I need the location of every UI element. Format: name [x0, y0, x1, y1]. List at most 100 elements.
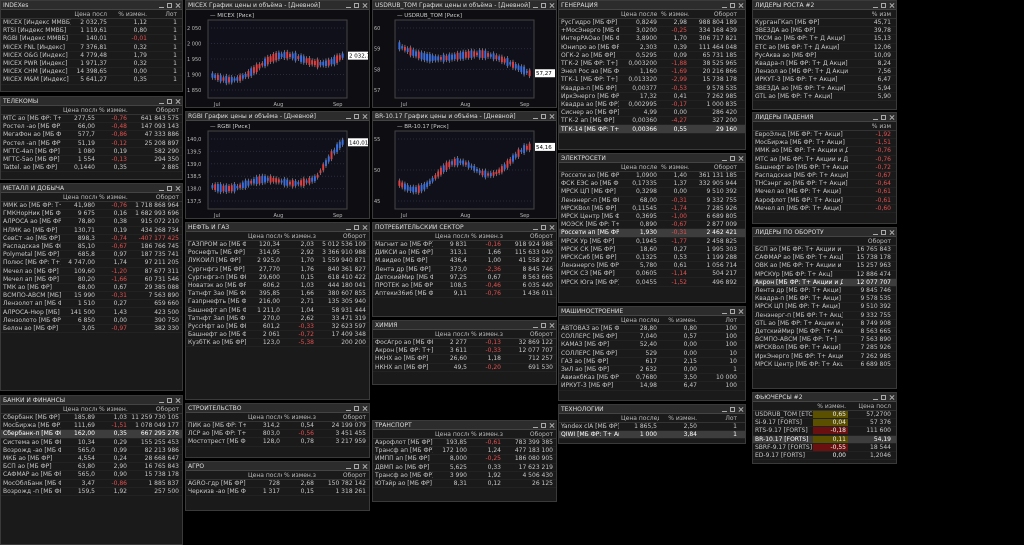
- col-price[interactable]: Цена послед: [246, 233, 282, 240]
- table-row[interactable]: MICEX PWR [Индекс] 1 971,37 0,32 1: [1, 60, 182, 69]
- table-row[interactable]: Мечел ао [МБ ФР: Т+ Акци] -0,61: [753, 188, 896, 197]
- maximize-icon[interactable]: [541, 322, 546, 328]
- table-row[interactable]: ВСМПО-АВСМ [МБ ФР: Т+] 7 563 890: [753, 336, 896, 345]
- consumer-titlebar[interactable]: ПОТРЕБИТЕЛЬСКИЙ СЕКТОР: [373, 223, 556, 232]
- col-change[interactable]: % измен.за: [282, 472, 316, 479]
- table-row[interactable]: Белон ао [МБ ФР] 3,05 -0,97 382 330: [1, 325, 182, 333]
- maximize-icon[interactable]: [167, 397, 172, 403]
- table-row[interactable]: ЕвроЭлнд [МБ ФР: Т+ Акци] -1,92: [753, 131, 896, 140]
- maximize-icon[interactable]: [730, 155, 735, 161]
- close-icon[interactable]: [889, 230, 894, 235]
- col-turnover[interactable]: Оборот: [316, 233, 368, 240]
- tech-window[interactable]: ТЕХНОЛОГИИ Цена послед % измен. Лот Yand…: [558, 404, 746, 444]
- table-row[interactable]: ММК ао [МБ ФР: Т+] 41,980 -0,76 1 718 868 9…: [1, 202, 182, 211]
- oilgas-titlebar[interactable]: НЕФТЬ И ГАЗ: [186, 223, 369, 232]
- table-row[interactable]: +МосЭнерго [МБ ФР] 3,0200 -0,25 334 168 439: [559, 27, 745, 36]
- minimize-icon[interactable]: [722, 156, 727, 161]
- table-row[interactable]: Аэрофлот [МБ ФР] 193,85 -0,61 783 399 385: [373, 439, 556, 448]
- table-row[interactable]: ТНСэнрг ао [МБ ФР: Т+ Акци] -0,64: [753, 180, 896, 189]
- generation-window[interactable]: ГЕНЕРАЦИЯ Цена после % измен. Оборот Рус…: [558, 0, 746, 150]
- close-icon[interactable]: [738, 3, 743, 8]
- metals-window[interactable]: МЕТАЛЛ И ДОБЫЧА Цена послед % измен. Обо…: [0, 183, 183, 391]
- close-icon[interactable]: [889, 395, 894, 400]
- col-price[interactable]: Цена послед: [433, 331, 469, 338]
- col-price[interactable]: Цена послед: [246, 414, 282, 421]
- table-row[interactable]: Si-9.17 [FORTS] 0,04 57 376: [753, 419, 896, 428]
- table-row[interactable]: БСП ао [МБ ФР] 63,80 2,90 16 765 843: [1, 463, 182, 472]
- col-turnover[interactable]: Оборот: [129, 194, 181, 201]
- maximize-icon[interactable]: [881, 394, 886, 400]
- col-price[interactable]: Цена посл: [71, 11, 109, 18]
- table-row[interactable]: Ростел -ап [МБ ФР] 51,19 -0,12 25 208 897: [1, 140, 182, 148]
- table-row[interactable]: СОЛЛЕРС [МБ ФР] 529 0,00 10: [559, 350, 745, 358]
- table-row[interactable]: ПРОТЕК ао [МБ ФР] 108,5 -0,46 6 035 440: [373, 282, 556, 291]
- table-row[interactable]: Новатэк ао [МБ ФР] 606,2 1,03 444 180 041: [186, 282, 369, 291]
- growth-window[interactable]: ЛИДЕРЫ РОСТА #2 % изм КурганГКап [МБ ФР]…: [752, 0, 897, 110]
- table-row[interactable]: КАМАЗ [МБ ФР] 52,40 0,00 100: [559, 341, 745, 350]
- minimize-icon[interactable]: [159, 99, 164, 104]
- table-row[interactable]: МГТС-5ао [МБ ФР] 1 554 -0,13 294 350: [1, 156, 182, 165]
- transport-titlebar[interactable]: ТРАНСПОРТ: [373, 421, 556, 430]
- table-row[interactable]: РусАква ао [МБ ФР] 10,09: [753, 52, 896, 60]
- table-row[interactable]: ГАЗ ао [МБ ФР] 617 2,15 10: [559, 358, 745, 366]
- col-turnover[interactable]: Оборот: [503, 233, 555, 240]
- minimize-icon[interactable]: [873, 115, 878, 120]
- table-row[interactable]: USDRUB_TOM [ETC] 0,65 57,2700: [753, 411, 896, 420]
- table-row[interactable]: Трансф ао [МБ ФР] 3 990 1,92 4 506 430: [373, 472, 556, 480]
- table-row[interactable]: Polymetal [МБ ФР] 685,8 0,97 187 735 741: [1, 251, 182, 260]
- futures-window[interactable]: ФЬЮЧЕРСЫ #2 % измен. Цена посл USDRUB_TO…: [752, 392, 897, 464]
- futures-titlebar[interactable]: ФЬЮЧЕРСЫ #2: [753, 393, 896, 402]
- table-row[interactable]: MICEX M&M [Индекс] 5 641,27 0,35 1: [1, 76, 182, 85]
- table-row[interactable]: Возрожд -п [МБ ФР] 159,5 1,92 257 500: [1, 488, 182, 496]
- table-row[interactable]: ED-9.17 [FORTS] 0,00 1,2046: [753, 452, 896, 461]
- minimize-icon[interactable]: [346, 114, 351, 119]
- rgbi-chart-window[interactable]: RGBI График цены и объёма - [Дневной] — …: [185, 111, 370, 219]
- table-row[interactable]: МТС ао [МБ ФР: Т+] 277,55 -0,76 641 843 575: [1, 115, 182, 124]
- maximize-icon[interactable]: [167, 2, 172, 8]
- table-row[interactable]: МРСК СК [МБ ФР] 18,60 0,27 1 995 303: [559, 246, 745, 254]
- indexes-titlebar[interactable]: INDEXes: [1, 1, 182, 10]
- table-row[interactable]: ИРКУТ-3 [МБ ФР] 14,98 6,47 100: [559, 382, 745, 391]
- maximize-icon[interactable]: [354, 2, 359, 8]
- table-row[interactable]: Башнефт ао [МБ ФР] 2 061 -0,72 17 409 348: [186, 331, 369, 340]
- table-row[interactable]: РусГидро [МБ ФР] 0,8249 2,98 988 804 189: [559, 19, 745, 28]
- table-row[interactable]: АЛРОСА-Нюр [МБ] 141 500 1,43 423 500: [1, 308, 182, 317]
- maximize-icon[interactable]: [354, 224, 359, 230]
- table-row[interactable]: Аэрофлот [МБ ФР: Т+ Акци] -0,61: [753, 197, 896, 205]
- minimize-icon[interactable]: [533, 323, 538, 328]
- construction-window[interactable]: СТРОИТЕЛЬСТВО Цена послед % измен.за Обо…: [185, 403, 370, 458]
- table-row[interactable]: МРСКСиб [МБ ФР] 0,1325 0,53 1 199 288: [559, 254, 745, 263]
- price-chart-svg[interactable]: — BR-10.17 [Риск] 55 50 45 Jul Aug Sep 54,16: [373, 121, 556, 219]
- table-row[interactable]: МРСК СЗ [МБ ФР] 0,0605 -1,14 504 217: [559, 270, 745, 279]
- table-row[interactable]: БСП ао [МБ ФР: Т+ Акции и Д] 16 765 843: [753, 246, 896, 255]
- table-row[interactable]: GTL ао [МБ ФР: Т+ Акци] 5,90: [753, 93, 896, 101]
- table-row[interactable]: MICEX FNL [Индекс] 7 376,81 0,32 1: [1, 44, 182, 52]
- generation-titlebar[interactable]: ГЕНЕРАЦИЯ: [559, 1, 745, 10]
- chem-titlebar[interactable]: ХИМИЯ: [373, 321, 556, 330]
- table-row[interactable]: ИнтерРАОао [МБ ФР] 3,8900 1,70 306 717 821: [559, 35, 745, 44]
- minimize-icon[interactable]: [159, 186, 164, 191]
- usd-chart-window[interactable]: USDRUB_TOM График цены и объёма - [Дневн…: [372, 0, 557, 108]
- table-row[interactable]: Мечел ао [МБ ФР] 109,60 -1,20 87 677 311: [1, 268, 182, 276]
- minimize-icon[interactable]: [722, 407, 727, 412]
- banks-window[interactable]: БАНКИ И ФИНАНСЫ Цена послед % измен. Обо…: [0, 395, 183, 545]
- table-row[interactable]: ПИК ао [МБ ФР: Т+] 314,2 0,54 24 199 079: [186, 422, 369, 431]
- col-turnover[interactable]: Оборот: [503, 331, 555, 338]
- maximize-icon[interactable]: [354, 113, 359, 119]
- close-icon[interactable]: [362, 406, 367, 411]
- close-icon[interactable]: [889, 3, 894, 8]
- maximize-icon[interactable]: [730, 406, 735, 412]
- table-row[interactable]: Квадра ао [МБ ФР] 0,002995 -0,17 1 000 835: [559, 101, 745, 110]
- maximize-icon[interactable]: [541, 2, 546, 8]
- table-row[interactable]: Сбербанк [МБ ФР] 185,89 1,03 11 259 730 105: [1, 414, 182, 423]
- table-row[interactable]: САФМАР ао [МБ ФР: Т+ Акц] 15 738 178: [753, 254, 896, 263]
- col-price[interactable]: Цена послед: [61, 107, 97, 114]
- table-row[interactable]: ЕТС ао [МБ ФР: Т+ Д Акци] 12,06: [753, 44, 896, 52]
- col-turnover[interactable]: Оборот: [689, 11, 739, 18]
- agro-titlebar[interactable]: АГРО: [186, 462, 369, 471]
- growth-titlebar[interactable]: ЛИДЕРЫ РОСТА #2: [753, 1, 896, 10]
- table-row[interactable]: СевСт -ао [МБ ФР] 898,3 -0,74 -407 177 425: [1, 235, 182, 243]
- close-icon[interactable]: [889, 115, 894, 120]
- table-row[interactable]: САФМАР ао [МБ ФР] 565,0 0,90 15 738 178: [1, 471, 182, 480]
- close-icon[interactable]: [549, 114, 554, 119]
